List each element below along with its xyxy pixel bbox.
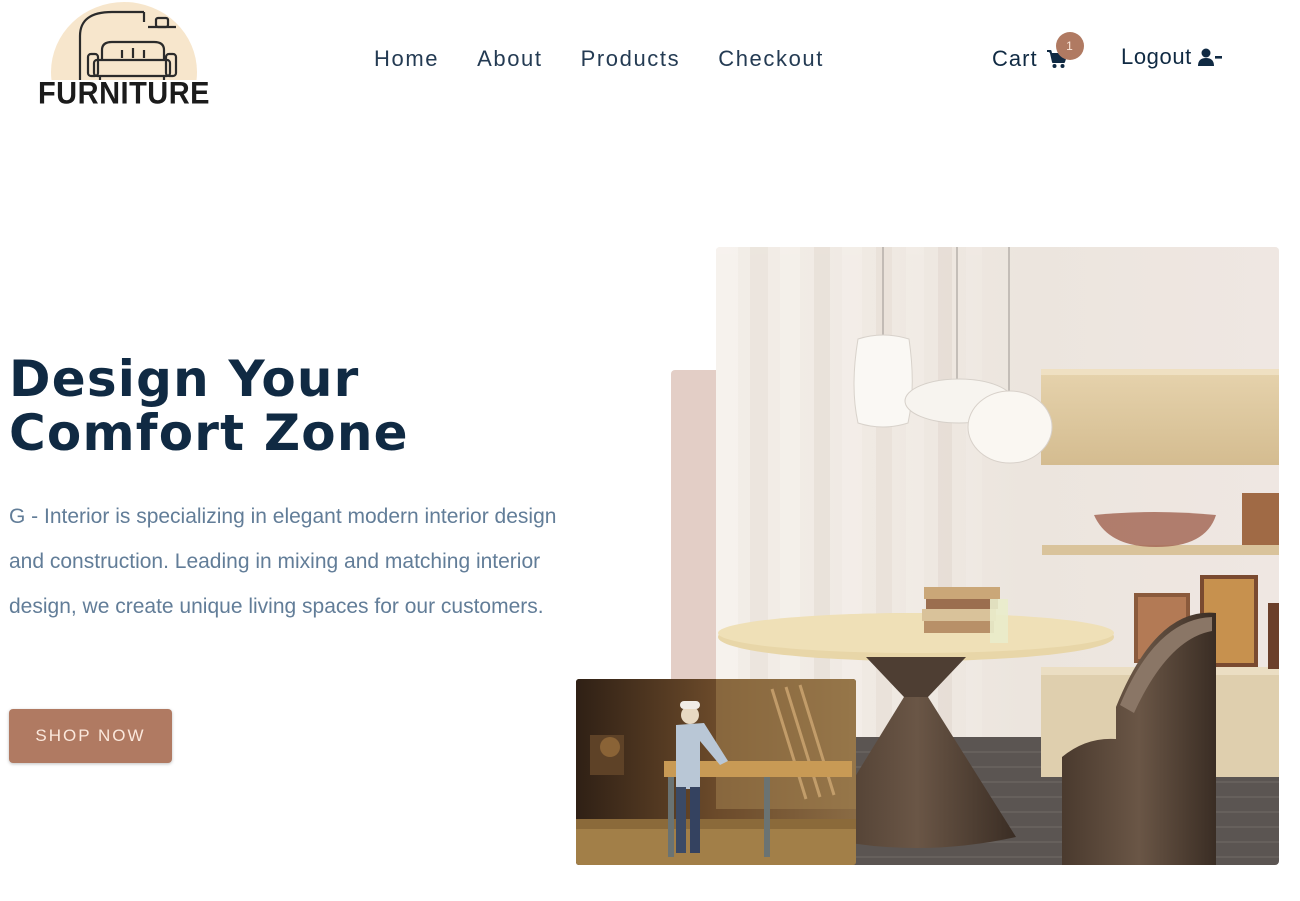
cart-count-badge: 1	[1056, 32, 1084, 60]
hero-title-line-1: Design Your	[9, 350, 360, 408]
nav-products-link[interactable]: Products	[581, 46, 681, 72]
logout-label: Logout	[1121, 44, 1192, 69]
brand-logo[interactable]: FURNITURE	[36, 2, 212, 112]
hero-title-line-2: Comfort Zone	[9, 404, 409, 462]
nav-about-link[interactable]: About	[477, 46, 543, 72]
logo-emblem	[36, 2, 212, 80]
shop-now-button[interactable]: SHOP NOW	[9, 709, 172, 763]
sofa-lamp-icon	[78, 10, 178, 80]
carpenter-workshop-image	[576, 679, 856, 865]
nav-checkout-link[interactable]: Checkout	[718, 46, 824, 72]
hero-title: Design Your Comfort Zone	[9, 352, 409, 460]
cart-label: Cart	[992, 46, 1038, 71]
logo-wordmark: FURNITURE	[37, 76, 211, 112]
main-nav: Home About Products Checkout	[374, 46, 862, 72]
cart-link[interactable]: Cart 1	[992, 32, 1084, 72]
hero-description: G - Interior is specializing in elegant …	[9, 505, 557, 618]
user-minus-icon	[1197, 48, 1222, 66]
logout-link[interactable]: Logout	[1121, 44, 1222, 70]
nav-home-link[interactable]: Home	[374, 46, 439, 72]
